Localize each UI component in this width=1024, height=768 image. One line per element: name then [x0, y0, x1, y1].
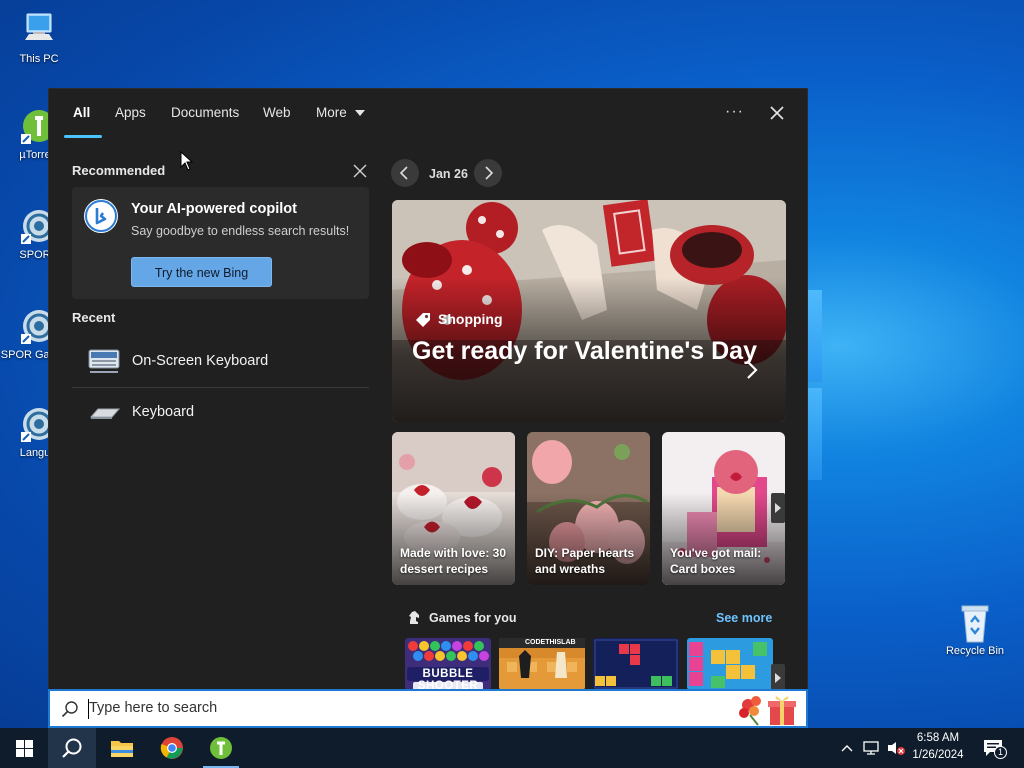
valentine-gift-icon: [739, 696, 796, 726]
tab-more[interactable]: More: [316, 105, 365, 120]
folder-icon: [111, 741, 133, 757]
game-codethislab[interactable]: CODETHISLAB: [499, 638, 585, 690]
recent-title: Recent: [72, 310, 116, 325]
close-icon: [353, 164, 367, 178]
taskbar-search-button[interactable]: [48, 728, 96, 768]
mouse-cursor-icon: [180, 151, 194, 171]
chevron-up-icon[interactable]: [840, 742, 854, 754]
notification-count-badge: 1: [994, 746, 1007, 759]
windows-logo-icon: [16, 740, 33, 757]
caret-right-icon: [775, 503, 781, 513]
copilot-card-title: Your AI-powered copilot: [131, 201, 297, 217]
highlights-date: Jan 26: [429, 167, 468, 181]
dismiss-recommended-button[interactable]: [352, 163, 368, 179]
recent-item-label: On-Screen Keyboard: [132, 353, 269, 369]
taskbar-chrome[interactable]: [148, 728, 196, 768]
taskbar-utorrent[interactable]: [197, 728, 245, 768]
tile-paper-hearts[interactable]: DIY: Paper hearts and wreaths: [527, 432, 650, 585]
chess-knight-icon: [409, 611, 419, 624]
desktop-icon-label: This PC: [19, 53, 59, 65]
search-panel: All Apps Documents Web More ··· Recommen…: [48, 88, 808, 728]
tag-icon: [416, 313, 430, 327]
recent-item-on-screen-keyboard[interactable]: On-Screen Keyboard: [72, 338, 369, 386]
search-bar[interactable]: Type here to search: [48, 689, 808, 728]
recommended-title: Recommended: [72, 163, 166, 178]
tab-all[interactable]: All: [73, 105, 90, 120]
volume-muted-icon[interactable]: [886, 740, 906, 756]
copilot-card: Your AI-powered copilot Say goodbye to e…: [72, 187, 369, 299]
close-panel-button[interactable]: [765, 101, 789, 125]
search-input[interactable]: Type here to search: [89, 700, 217, 716]
clock-time[interactable]: 6:58 AM: [906, 732, 970, 744]
tab-active-indicator: [64, 135, 102, 138]
games-next-button[interactable]: [771, 664, 785, 692]
chevron-left-icon: [399, 166, 408, 180]
chrome-icon: [160, 737, 183, 759]
tile-caption: DIY: Paper hearts and wreaths: [535, 546, 635, 576]
hero-title: Get ready for Valentine's Day: [412, 337, 757, 365]
tile-dessert-recipes[interactable]: Made with love: 30 dessert recipes: [392, 432, 515, 585]
desktop-icon-this-pc[interactable]: This PC: [4, 10, 74, 66]
caret-right-icon: [775, 673, 781, 683]
taskbar-file-explorer[interactable]: [98, 728, 146, 768]
close-icon: [770, 106, 784, 120]
search-icon: [62, 738, 82, 758]
tab-apps[interactable]: Apps: [115, 105, 146, 120]
tab-more-label: More: [316, 105, 347, 120]
game-thumbnail: [593, 638, 679, 690]
network-icon[interactable]: [862, 740, 880, 756]
tile-card-boxes[interactable]: You've got mail: Card boxes: [662, 432, 785, 585]
action-center-button[interactable]: 1: [982, 738, 1007, 760]
recent-item-label: Keyboard: [132, 404, 195, 420]
tab-documents[interactable]: Documents: [171, 105, 239, 120]
tiles-next-button[interactable]: [771, 493, 785, 523]
game-title: BUBBLE SHOOTER: [417, 668, 479, 690]
prev-date-button[interactable]: [391, 159, 419, 187]
keyboard-icon: [90, 408, 120, 419]
utorrent-icon: [210, 737, 232, 759]
search-tabs: All Apps Documents Web More ···: [49, 89, 807, 141]
next-date-button[interactable]: [474, 159, 502, 187]
ellipsis-icon[interactable]: ···: [725, 103, 744, 121]
hero-card[interactable]: Shopping Get ready for Valentine's Day: [392, 200, 786, 422]
try-bing-button[interactable]: Try the new Bing: [131, 257, 272, 287]
caret-down-icon: [354, 110, 365, 116]
wallpaper-pane: [808, 388, 822, 480]
game-block-puzzle-1[interactable]: [593, 638, 679, 690]
hero-category: Shopping: [438, 311, 503, 327]
start-button[interactable]: [0, 728, 48, 768]
search-icon: [61, 701, 78, 718]
chevron-right-icon: [485, 166, 494, 180]
desktop-icon-label: Recycle Bin: [945, 645, 1005, 657]
bing-icon: [84, 199, 118, 233]
game-block-puzzle-2[interactable]: [687, 638, 773, 690]
taskbar: 6:58 AM 1/26/2024 1: [0, 728, 1024, 768]
tile-caption: You've got mail: Card boxes: [670, 546, 762, 576]
recent-item-keyboard[interactable]: Keyboard: [72, 389, 369, 437]
game-bubble-shooter[interactable]: BUBBLE SHOOTER: [405, 638, 491, 690]
on-screen-keyboard-icon: [88, 349, 120, 373]
recent-divider: [72, 387, 369, 388]
game-title: CODETHISLAB: [525, 639, 576, 646]
chevron-right-icon: [747, 361, 758, 379]
recycle-bin-icon: [955, 602, 995, 643]
copilot-card-subtitle: Say goodbye to endless search results!: [131, 224, 350, 238]
computer-icon: [19, 10, 59, 50]
game-thumbnail: [687, 638, 773, 690]
tab-web[interactable]: Web: [263, 105, 291, 120]
clock-date[interactable]: 1/26/2024: [906, 749, 970, 761]
see-more-link[interactable]: See more: [716, 611, 772, 625]
games-title: Games for you: [429, 611, 517, 625]
desktop-icon-recycle-bin[interactable]: Recycle Bin: [940, 602, 1010, 658]
wallpaper-pane: [808, 290, 822, 382]
tile-caption: Made with love: 30 dessert recipes: [400, 546, 507, 576]
